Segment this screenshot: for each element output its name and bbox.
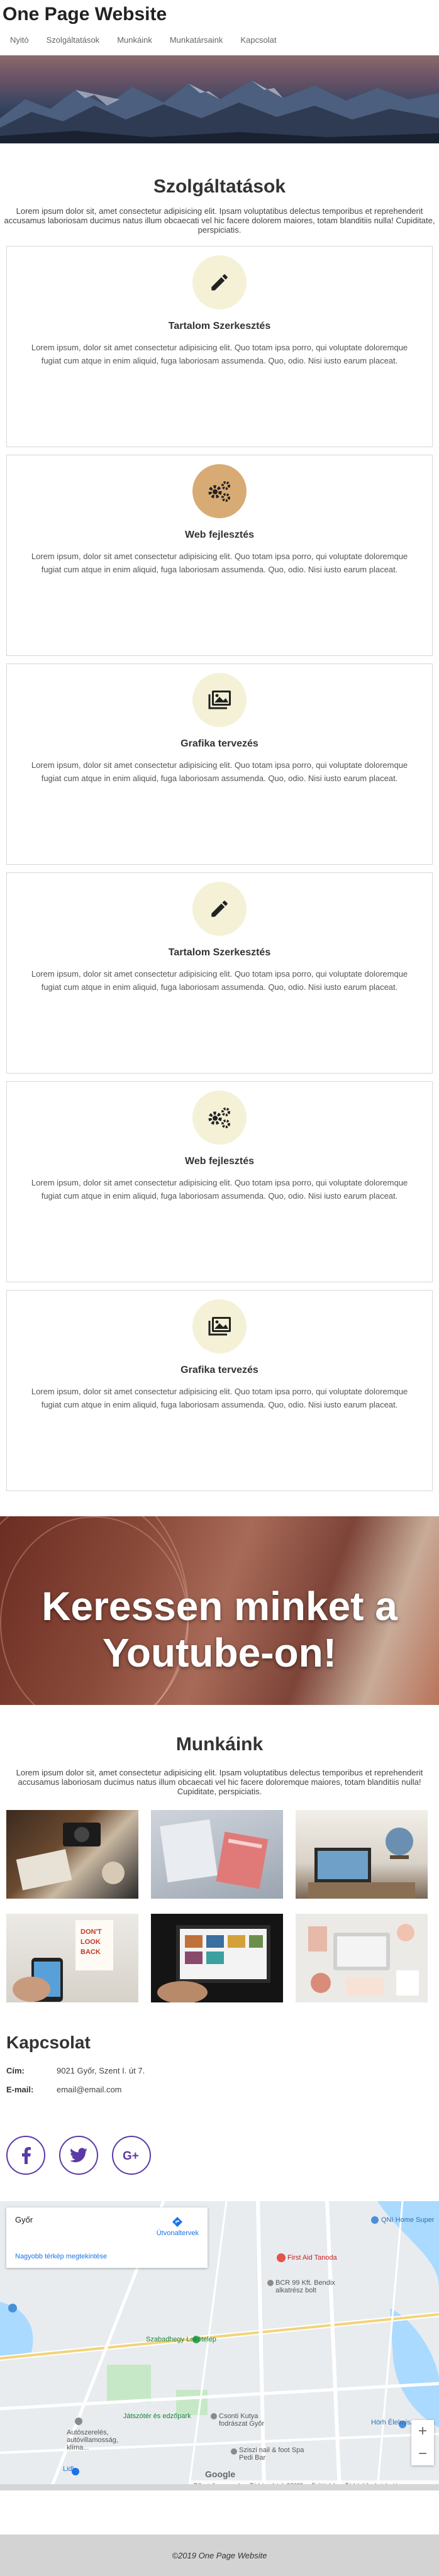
map-label: Szabadhegy Lakótelep — [146, 2336, 216, 2343]
youtube-banner-line1: Keressen minket a — [42, 1584, 397, 1629]
site-footer: ©2019 One Page Website — [0, 2534, 439, 2576]
social-links: G+ — [0, 2099, 439, 2175]
laptop-photos-photo[interactable] — [151, 1914, 283, 2002]
works-title: Munkáink — [175, 1734, 264, 1755]
map-info-card: Győr Útvonaltervek Nagyobb térkép megtek… — [6, 2207, 208, 2268]
service-card: Grafika tervezés Lorem ipsum, dolor sit … — [6, 1290, 433, 1491]
flatlay-desk-photo[interactable] — [296, 1914, 428, 2002]
dont-look-back-photo[interactable]: DON'T LOOK BACK — [6, 1914, 138, 2002]
contact-title: Kapcsolat — [6, 2033, 91, 2052]
service-card: Grafika tervezés Lorem ipsum, dolor sit … — [6, 663, 433, 865]
services-section: Szolgáltatások Lorem ipsum dolor sit, am… — [0, 143, 439, 1491]
service-card-title: Grafika tervezés — [181, 1365, 258, 1375]
map-label: Csonti Kutya fodrászat Győr — [219, 2412, 265, 2428]
map-horizontal-scrollbar[interactable] — [0, 2484, 439, 2490]
service-card-text: Lorem ipsum, dolor sit amet consectetur … — [31, 1387, 408, 1409]
main-nav: Nyitó Szolgáltatások Munkáink Munkatársa… — [1, 30, 438, 50]
map-directions[interactable]: Útvonaltervek — [157, 2216, 199, 2237]
gears-icon — [192, 464, 247, 518]
images-icon — [192, 1299, 247, 1353]
desk-camera-photo[interactable] — [6, 1810, 138, 1899]
svg-text:LOOK: LOOK — [81, 1938, 101, 1946]
service-card-title: Web fejlesztés — [185, 530, 254, 540]
contact-address-row: Cím: 9021 Győr, Szent I. út 7. — [6, 2062, 433, 2080]
laptop-notebook-photo[interactable] — [151, 1810, 283, 1899]
contact-address-value: 9021 Győr, Szent I. út 7. — [57, 2066, 145, 2075]
map-label: Autószerelés, autóvillamosság, klíma... — [67, 2429, 118, 2451]
google-logo: Google — [205, 2469, 236, 2479]
services-lead: Lorem ipsum dolor sit, amet consectetur … — [4, 206, 435, 235]
google-map[interactable]: Győr Útvonaltervek Nagyobb térkép megtek… — [0, 2201, 439, 2490]
service-card-text: Lorem ipsum, dolor sit amet consectetur … — [31, 552, 408, 574]
service-cards: Tartalom Szerkesztés Lorem ipsum, dolor … — [0, 235, 439, 1491]
map-label: BCR 99 Kft. Bendix alkatrész bolt — [275, 2279, 335, 2294]
images-icon — [192, 673, 247, 727]
contact-section: Kapcsolat Cím: 9021 Győr, Szent I. út 7.… — [0, 2002, 439, 2099]
map-label: Lidl — [63, 2465, 74, 2473]
svg-text:DON'T: DON'T — [81, 1928, 102, 1936]
zoom-out-button[interactable]: − — [411, 2443, 434, 2465]
youtube-banner-text: Keressen minket a Youtube-on! — [0, 1583, 439, 1676]
twitter-icon[interactable] — [59, 2136, 98, 2175]
contact-email-value[interactable]: email@email.com — [57, 2080, 122, 2099]
map-directions-label: Útvonaltervek — [156, 2229, 199, 2237]
facebook-icon[interactable] — [6, 2136, 45, 2175]
nav-item-services[interactable]: Szolgáltatások — [38, 30, 109, 50]
youtube-banner: Keressen minket a Youtube-on! — [0, 1516, 439, 1705]
works-section: Munkáink Lorem ipsum dolor sit, amet con… — [0, 1705, 439, 2002]
site-title: One Page Website — [3, 4, 167, 25]
nav-item-contact[interactable]: Kapcsolat — [231, 30, 285, 50]
svg-text:G+: G+ — [123, 2150, 139, 2162]
service-card-text: Lorem ipsum, dolor sit amet consectetur … — [31, 969, 408, 992]
service-card: Web fejlesztés Lorem ipsum, dolor sit am… — [6, 455, 433, 656]
nav-item-team[interactable]: Munkatársaink — [161, 30, 232, 50]
zoom-in-button[interactable]: + — [411, 2420, 434, 2443]
site-header: One Page Website Nyitó Szolgáltatások Mu… — [0, 0, 439, 55]
pencil-icon — [192, 255, 247, 309]
nav-item-home[interactable]: Nyitó — [1, 30, 38, 50]
works-gallery: DON'T LOOK BACK — [0, 1796, 439, 2002]
service-card-title: Tartalom Szerkesztés — [168, 321, 271, 331]
contact-address-label: Cím: — [6, 2066, 25, 2075]
contact-email-label: E-mail: — [6, 2085, 34, 2094]
youtube-banner-line2: Youtube-on! — [102, 1630, 337, 1675]
pencil-icon — [192, 882, 247, 936]
service-card-title: Grafika tervezés — [181, 738, 258, 749]
gears-icon — [192, 1091, 247, 1145]
service-card-text: Lorem ipsum, dolor sit amet consectetur … — [31, 760, 408, 783]
service-card: Tartalom Szerkesztés Lorem ipsum, dolor … — [6, 872, 433, 1074]
map-label: Sziszi nail & foot Spa Pedi Bar — [239, 2446, 304, 2462]
nav-item-works[interactable]: Munkáink — [108, 30, 161, 50]
svg-text:BACK: BACK — [81, 1948, 101, 1956]
contact-email-row: E-mail: email@email.com — [6, 2080, 433, 2099]
works-lead: Lorem ipsum dolor sit, amet consectetur … — [16, 1768, 423, 1796]
map-label: First Aid Tanoda — [287, 2254, 337, 2262]
service-card-title: Web fejlesztés — [185, 1156, 254, 1167]
hero-mountains-image — [0, 55, 439, 143]
service-card-title: Tartalom Szerkesztés — [168, 947, 271, 958]
service-card-text: Lorem ipsum, dolor sit amet consectetur … — [31, 1178, 408, 1201]
service-card: Tartalom Szerkesztés Lorem ipsum, dolor … — [6, 246, 433, 447]
map-larger-link[interactable]: Nagyobb térkép megtekintése — [15, 2253, 107, 2260]
services-title: Szolgáltatások — [153, 176, 286, 197]
service-card-text: Lorem ipsum, dolor sit amet consectetur … — [31, 343, 408, 365]
workspace-globe-photo[interactable] — [296, 1810, 428, 1899]
map-zoom-controls: + − — [411, 2420, 434, 2465]
map-label: QNI Home Super — [381, 2216, 435, 2224]
map-label: Játszótér és edzőpark — [123, 2412, 191, 2420]
footer-copyright: ©2019 One Page Website — [172, 2550, 267, 2560]
service-card: Web fejlesztés Lorem ipsum, dolor sit am… — [6, 1081, 433, 1282]
google-plus-icon[interactable]: G+ — [112, 2136, 151, 2175]
